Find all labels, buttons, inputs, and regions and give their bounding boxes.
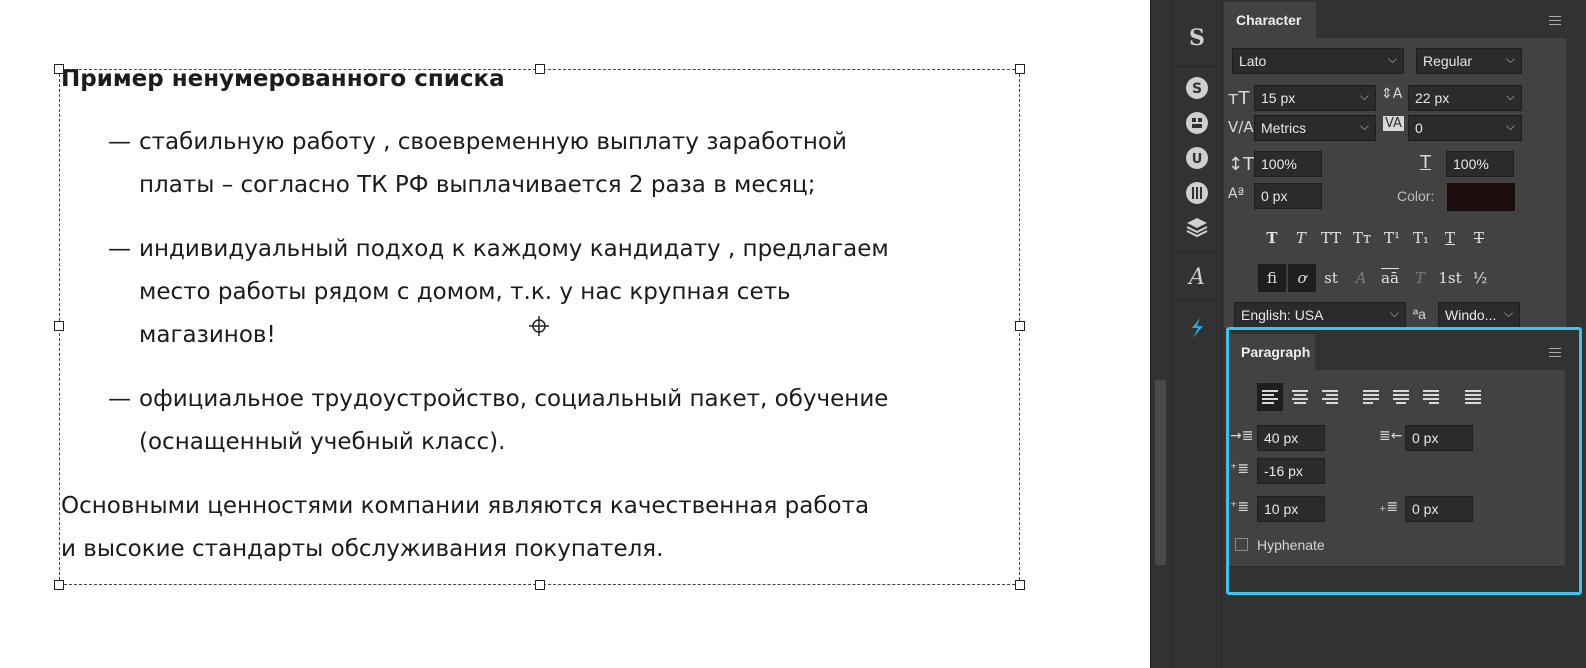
language-select[interactable]: English: USA xyxy=(1234,301,1406,328)
resize-handle-left[interactable] xyxy=(54,321,64,331)
scrollbar-thumb[interactable] xyxy=(1155,380,1166,565)
divider xyxy=(1176,300,1216,301)
baseline-shift-icon: Aª xyxy=(1228,186,1245,202)
svg-text:U: U xyxy=(1192,152,1203,167)
faux-italic-button[interactable]: T xyxy=(1287,224,1315,252)
paragraph-panel-icon[interactable] xyxy=(1184,315,1210,341)
text-color-swatch[interactable] xyxy=(1447,183,1515,211)
character-panel-icon[interactable]: A xyxy=(1184,265,1210,291)
font-size-select[interactable]: 15 px xyxy=(1254,84,1376,111)
baseline-shift-input[interactable]: 0 px xyxy=(1254,183,1322,209)
faux-bold-button[interactable]: T xyxy=(1258,224,1286,252)
font-size-icon: ᴛT xyxy=(1228,88,1250,109)
discretionary-ligatures-button[interactable]: st xyxy=(1317,264,1345,292)
font-family-select[interactable]: Lato xyxy=(1232,47,1404,74)
layers-icon[interactable] xyxy=(1184,214,1210,240)
antialias-select[interactable]: Windo... xyxy=(1438,301,1520,328)
subscript-button[interactable]: T₁ xyxy=(1407,224,1435,252)
leading-select[interactable]: 22 px xyxy=(1408,84,1522,111)
panel-menu-icon[interactable] xyxy=(1549,16,1561,25)
paragraph-panel-highlight xyxy=(1226,327,1582,595)
underline-button[interactable]: T xyxy=(1436,224,1464,252)
extension-u-icon[interactable]: U xyxy=(1184,145,1210,171)
vertical-scale-icon: ↕T xyxy=(1228,154,1255,175)
styles-icon[interactable]: S xyxy=(1184,25,1210,51)
resize-handle-top-right[interactable] xyxy=(1015,64,1025,74)
extension-bars-icon[interactable] xyxy=(1184,180,1210,206)
resize-handle-bottom-left[interactable] xyxy=(54,580,64,590)
antialias-icon: ªa xyxy=(1413,306,1426,322)
horizontal-scale-icon: T xyxy=(1420,152,1431,173)
extension-plugin-icon[interactable] xyxy=(1184,110,1210,136)
canvas[interactable]: Пример ненумерованного списка — стабильн… xyxy=(0,0,1150,668)
resize-handle-right[interactable] xyxy=(1015,321,1025,331)
reference-point-crosshair-icon[interactable] xyxy=(529,316,549,336)
titling-alternates-button[interactable]: T xyxy=(1406,264,1434,292)
ligatures-button[interactable]: fi xyxy=(1258,264,1286,292)
kerning-select[interactable]: Metrics xyxy=(1254,114,1376,141)
ordinals-button[interactable]: 1st xyxy=(1436,264,1464,292)
tracking-icon: VA xyxy=(1383,116,1404,131)
resize-handle-bottom[interactable] xyxy=(535,580,545,590)
svg-text:S: S xyxy=(1192,81,1202,97)
horizontal-scale-input[interactable]: 100% xyxy=(1446,151,1514,177)
swash-button[interactable]: A xyxy=(1347,264,1375,292)
divider xyxy=(1176,66,1216,67)
kerning-icon: V/A xyxy=(1228,118,1254,136)
stylistic-alternates-button[interactable]: aā xyxy=(1376,264,1404,292)
vertical-scrollbar[interactable] xyxy=(1150,0,1173,668)
small-caps-button[interactable]: Tт xyxy=(1348,224,1376,252)
divider xyxy=(1176,252,1216,253)
tracking-select[interactable]: 0 xyxy=(1408,114,1522,141)
resize-handle-top-left[interactable] xyxy=(54,64,64,74)
font-style-select[interactable]: Regular xyxy=(1416,47,1522,74)
superscript-button[interactable]: T¹ xyxy=(1378,224,1406,252)
fractions-button[interactable]: ½ xyxy=(1466,264,1494,292)
strikethrough-button[interactable]: T xyxy=(1465,224,1493,252)
all-caps-button[interactable]: TT xyxy=(1317,224,1345,252)
tab-character[interactable]: Character xyxy=(1224,2,1316,38)
contextual-alternates-button[interactable]: ơ xyxy=(1288,264,1316,292)
vertical-scale-input[interactable]: 100% xyxy=(1254,151,1322,177)
color-label: Color: xyxy=(1397,188,1435,204)
leading-icon: ⇕A xyxy=(1381,86,1403,102)
resize-handle-bottom-right[interactable] xyxy=(1015,580,1025,590)
extension-s-icon[interactable]: S xyxy=(1184,75,1210,101)
resize-handle-top[interactable] xyxy=(535,64,545,74)
